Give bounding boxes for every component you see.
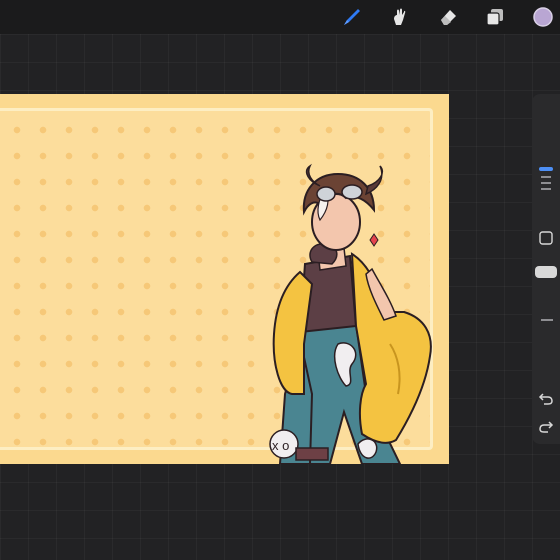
side-control-panel — [532, 94, 560, 444]
top-toolbar — [0, 0, 560, 34]
smudge-icon[interactable] — [388, 5, 412, 29]
artwork-canvas[interactable]: x o — [0, 94, 449, 464]
opacity-slider[interactable] — [532, 262, 560, 322]
brush-size-slider[interactable] — [532, 154, 560, 204]
brush-icon[interactable] — [340, 5, 364, 29]
eraser-icon[interactable] — [436, 5, 460, 29]
character-illustration: x o — [269, 163, 432, 464]
undo-icon[interactable] — [532, 388, 560, 410]
redo-icon[interactable] — [532, 416, 560, 438]
color-swatch[interactable] — [531, 5, 555, 29]
patch-x-o-mark: x o — [272, 438, 289, 453]
layers-icon[interactable] — [483, 5, 507, 29]
modify-button[interactable] — [532, 226, 560, 250]
